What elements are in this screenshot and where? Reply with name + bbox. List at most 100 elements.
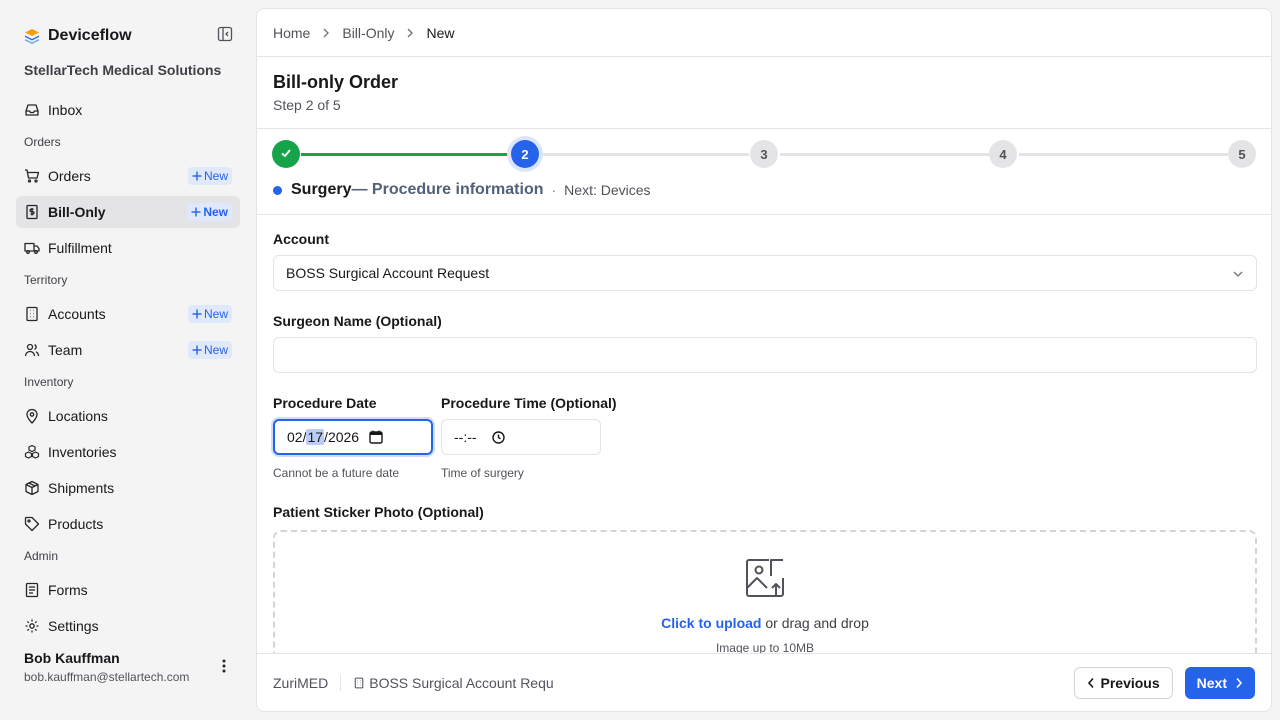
clock-icon[interactable] — [492, 430, 506, 444]
building-icon — [24, 306, 40, 322]
sidebar-item-inventories[interactable]: Inventories — [16, 436, 240, 468]
gear-icon — [24, 618, 40, 634]
brand[interactable]: Deviceflow — [24, 26, 132, 46]
current-step-title: Surgery — [291, 181, 352, 198]
nav-section-inventory: Inventory — [24, 375, 74, 389]
new-badge-label: New — [203, 169, 228, 183]
tag-icon — [24, 516, 40, 532]
sidebar-item-forms[interactable]: Forms — [16, 574, 240, 606]
nav-section-admin: Admin — [24, 549, 59, 563]
sidebar-item-label: Locations — [48, 408, 108, 424]
inbox-icon — [24, 102, 40, 118]
time-value: --:-- — [454, 429, 481, 445]
procedure-time-label: Procedure Time (Optional) — [441, 395, 617, 411]
breadcrumb-home[interactable]: Home — [273, 25, 310, 41]
procedure-date-label: Procedure Date — [273, 395, 377, 411]
next-button[interactable]: Next — [1184, 666, 1255, 699]
previous-button[interactable]: Previous — [1073, 666, 1173, 699]
sidebar-nav: Inbox Orders Orders New Bill-Only New Fu… — [16, 94, 240, 640]
user-menu-button[interactable] — [216, 658, 232, 678]
user-profile[interactable]: Bob Kauffman bob.kauffman@stellartech.co… — [24, 650, 234, 690]
deviceflow-logo-icon — [24, 28, 40, 44]
step-3[interactable]: 3 — [750, 140, 778, 168]
truck-icon — [24, 240, 40, 256]
sidebar: Deviceflow StellarTech Medical Solutions… — [0, 0, 256, 720]
new-order-button[interactable]: New — [187, 167, 232, 185]
user-name: Bob Kauffman — [24, 650, 120, 666]
procedure-date-group: Procedure Date 02/17/2026 Cannot be a fu… — [273, 395, 433, 480]
sidebar-item-fulfillment[interactable]: Fulfillment — [16, 232, 240, 264]
surgeon-name-input[interactable] — [273, 337, 1257, 373]
org-name: StellarTech Medical Solutions — [24, 62, 222, 78]
new-badge-label: New — [203, 205, 228, 219]
nav-section-orders: Orders — [24, 135, 61, 149]
check-icon — [280, 147, 292, 162]
procedure-time-hint: Time of surgery — [441, 466, 524, 480]
sidebar-item-shipments[interactable]: Shipments — [16, 472, 240, 504]
procedure-time-input[interactable]: --:-- — [441, 419, 601, 455]
sidebar-item-label: Orders — [48, 168, 91, 184]
breadcrumb: Home Bill-Only New — [257, 9, 1271, 57]
step-5[interactable]: 5 — [1228, 140, 1256, 168]
calendar-icon[interactable] — [369, 430, 383, 444]
new-bill-only-button[interactable]: New — [187, 203, 232, 221]
sidebar-collapse-button[interactable] — [216, 26, 234, 45]
new-team-member-button[interactable]: New — [187, 341, 232, 359]
sidebar-item-label: Inbox — [48, 102, 83, 118]
sidebar-item-team[interactable]: Team New — [16, 334, 240, 366]
date-year[interactable]: 2026 — [328, 429, 359, 445]
previous-button-label: Previous — [1100, 674, 1160, 691]
new-badge-label: New — [203, 343, 228, 357]
sidebar-item-label: Team — [48, 342, 83, 358]
step-2[interactable]: 2 — [511, 140, 539, 168]
step-connector-4 — [1019, 153, 1228, 156]
chevron-right-icon — [1235, 677, 1243, 689]
new-account-button[interactable]: New — [187, 305, 232, 323]
building-icon — [353, 677, 365, 689]
account-select-value: BOSS Surgical Account Request — [286, 265, 490, 281]
surgeon-label: Surgeon Name (Optional) — [273, 313, 442, 329]
more-vertical-icon — [222, 659, 226, 678]
cart-icon — [24, 168, 40, 184]
click-to-upload-link[interactable]: Click to upload — [661, 615, 761, 631]
sidebar-item-orders[interactable]: Orders New — [16, 160, 240, 192]
step-connector-3 — [780, 153, 989, 156]
page-header: Bill-only Order Step 2 of 5 — [257, 57, 1271, 129]
upload-instructions: Click to upload or drag and drop — [661, 615, 869, 631]
sidebar-item-accounts[interactable]: Accounts New — [16, 298, 240, 330]
step-connector-1 — [301, 153, 509, 156]
account-select[interactable]: BOSS Surgical Account Request — [273, 255, 1257, 291]
users-icon — [24, 342, 40, 358]
order-form: Account BOSS Surgical Account Request Su… — [257, 215, 1271, 696]
sidebar-item-locations[interactable]: Locations — [16, 400, 240, 432]
user-email: bob.kauffman@stellartech.com — [24, 670, 190, 684]
package-icon — [24, 480, 40, 496]
image-upload-icon — [745, 558, 785, 603]
sidebar-item-bill-only[interactable]: Bill-Only New — [16, 196, 240, 228]
breadcrumb-bill-only[interactable]: Bill-Only — [342, 25, 394, 41]
footer-account: BOSS Surgical Account Reque — [353, 675, 553, 691]
sidebar-item-inbox[interactable]: Inbox — [16, 94, 240, 126]
step-4[interactable]: 4 — [989, 140, 1017, 168]
form-icon — [24, 582, 40, 598]
new-badge-label: New — [203, 307, 228, 321]
upload-drag-text: or drag and drop — [761, 615, 869, 631]
date-month[interactable]: 02 — [287, 429, 303, 445]
sidebar-item-label: Inventories — [48, 444, 117, 460]
step-1[interactable] — [272, 140, 300, 168]
stepper: 2 3 4 5 Surgery — Procedure information … — [257, 129, 1271, 215]
current-step-dot — [273, 185, 282, 195]
chevron-down-icon — [1232, 265, 1244, 281]
sidebar-item-settings[interactable]: Settings — [16, 610, 240, 640]
sidebar-item-label: Forms — [48, 582, 88, 598]
step-connector-2 — [541, 153, 749, 156]
patient-sticker-label: Patient Sticker Photo (Optional) — [273, 504, 484, 520]
procedure-date-input[interactable]: 02/17/2026 — [273, 419, 433, 455]
boxes-icon — [24, 444, 40, 460]
date-day[interactable]: 17 — [306, 429, 325, 445]
sidebar-item-label: Fulfillment — [48, 240, 112, 256]
sidebar-item-products[interactable]: Products — [16, 508, 240, 540]
footer-org: ZuriMED — [273, 674, 329, 691]
procedure-time-group: Procedure Time (Optional) --:-- Time of … — [441, 395, 617, 480]
caption-separator: · — [551, 182, 557, 198]
